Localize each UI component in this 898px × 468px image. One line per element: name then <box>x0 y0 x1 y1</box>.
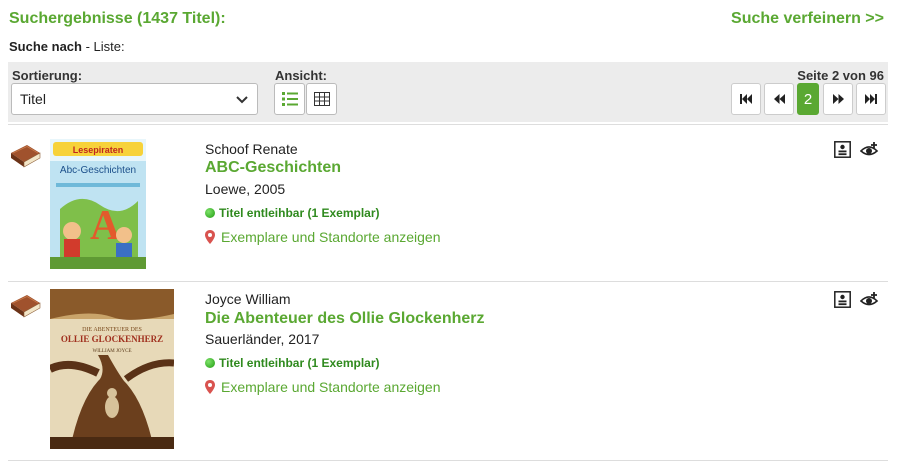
cover-top-text: DIE ABENTEUER DES <box>82 327 142 333</box>
next-page-button[interactable] <box>823 83 853 115</box>
previous-page-icon <box>773 94 785 104</box>
results-title: Suchergebnisse (1437 Titel): <box>9 10 226 27</box>
divider <box>8 281 888 282</box>
divider <box>8 460 888 461</box>
locations-link-text: Exemplare und Standorte anzeigen <box>221 379 441 395</box>
last-page-icon <box>865 94 877 104</box>
next-page-icon <box>832 94 844 104</box>
map-pin-icon <box>205 230 215 244</box>
refine-search-link[interactable]: Suche verfeinern >> <box>731 10 884 28</box>
result-title-link[interactable]: Die Abenteuer des Ollie Glockenherz <box>205 310 485 328</box>
result-title-link[interactable]: ABC-Geschichten <box>205 159 341 177</box>
sort-select[interactable]: Titel <box>11 83 258 115</box>
toolbar: Sortierung: Titel Ansicht: Seite 2 von 9… <box>8 62 888 122</box>
availability-dot-icon <box>205 208 215 218</box>
result-publisher: Loewe, 2005 <box>205 181 286 197</box>
result-author: Schoof Renate <box>205 141 298 157</box>
first-page-icon <box>740 94 752 104</box>
availability-status: Titel entleihbar (1 Exemplar) <box>205 356 380 370</box>
divider <box>8 124 888 125</box>
availability-text: Titel entleihbar (1 Exemplar) <box>219 206 380 220</box>
grid-view-icon <box>313 92 330 106</box>
availability-status: Titel entleihbar (1 Exemplar) <box>205 206 380 220</box>
add-to-watchlist-icon[interactable] <box>860 291 880 308</box>
search-value: - Liste: <box>85 39 125 54</box>
record-details-icon[interactable] <box>834 141 851 158</box>
locations-link[interactable]: Exemplare und Standorte anzeigen <box>205 379 440 395</box>
result-item: DIE ABENTEUER DES OLLIE GLOCKENHERZ WILL… <box>8 289 888 449</box>
list-view-button[interactable] <box>274 83 305 115</box>
search-label: Suche nach <box>9 39 82 54</box>
book-icon <box>11 145 41 168</box>
availability-text: Titel entleihbar (1 Exemplar) <box>219 356 380 370</box>
record-details-icon[interactable] <box>834 291 851 308</box>
map-pin-icon <box>205 380 215 394</box>
svg-text:A: A <box>90 203 121 249</box>
book-cover[interactable]: DIE ABENTEUER DES OLLIE GLOCKENHERZ WILL… <box>50 289 174 449</box>
book-cover[interactable]: Lesepiraten Abc-Geschichten A <box>50 139 146 269</box>
last-page-button[interactable] <box>856 83 886 115</box>
cover-title: OLLIE GLOCKENHERZ <box>61 334 163 344</box>
list-view-icon <box>281 92 298 106</box>
add-to-watchlist-icon[interactable] <box>860 141 880 158</box>
sort-select-value: Titel <box>20 91 46 107</box>
result-author: Joyce William <box>205 291 291 307</box>
grid-view-button[interactable] <box>306 83 337 115</box>
locations-link-text: Exemplare und Standorte anzeigen <box>221 229 441 245</box>
cover-title: Abc-Geschichten <box>60 165 136 176</box>
cover-author: WILLIAM JOYCE <box>92 349 131 354</box>
chevron-down-icon <box>236 96 248 104</box>
locations-link[interactable]: Exemplare und Standorte anzeigen <box>205 229 440 245</box>
search-line: Suche nach - Liste: <box>9 39 125 54</box>
result-item: Lesepiraten Abc-Geschichten A Schoof Ren… <box>8 139 888 279</box>
previous-page-button[interactable] <box>764 83 794 115</box>
page-info: Seite 2 von 96 <box>797 68 884 83</box>
result-publisher: Sauerländer, 2017 <box>205 331 320 347</box>
sort-label: Sortierung: <box>12 68 83 83</box>
current-page-button[interactable]: 2 <box>797 83 819 115</box>
cover-banner: Lesepiraten <box>73 145 124 155</box>
first-page-button[interactable] <box>731 83 761 115</box>
view-label: Ansicht: <box>275 68 327 83</box>
book-icon <box>11 295 41 318</box>
availability-dot-icon <box>205 358 215 368</box>
